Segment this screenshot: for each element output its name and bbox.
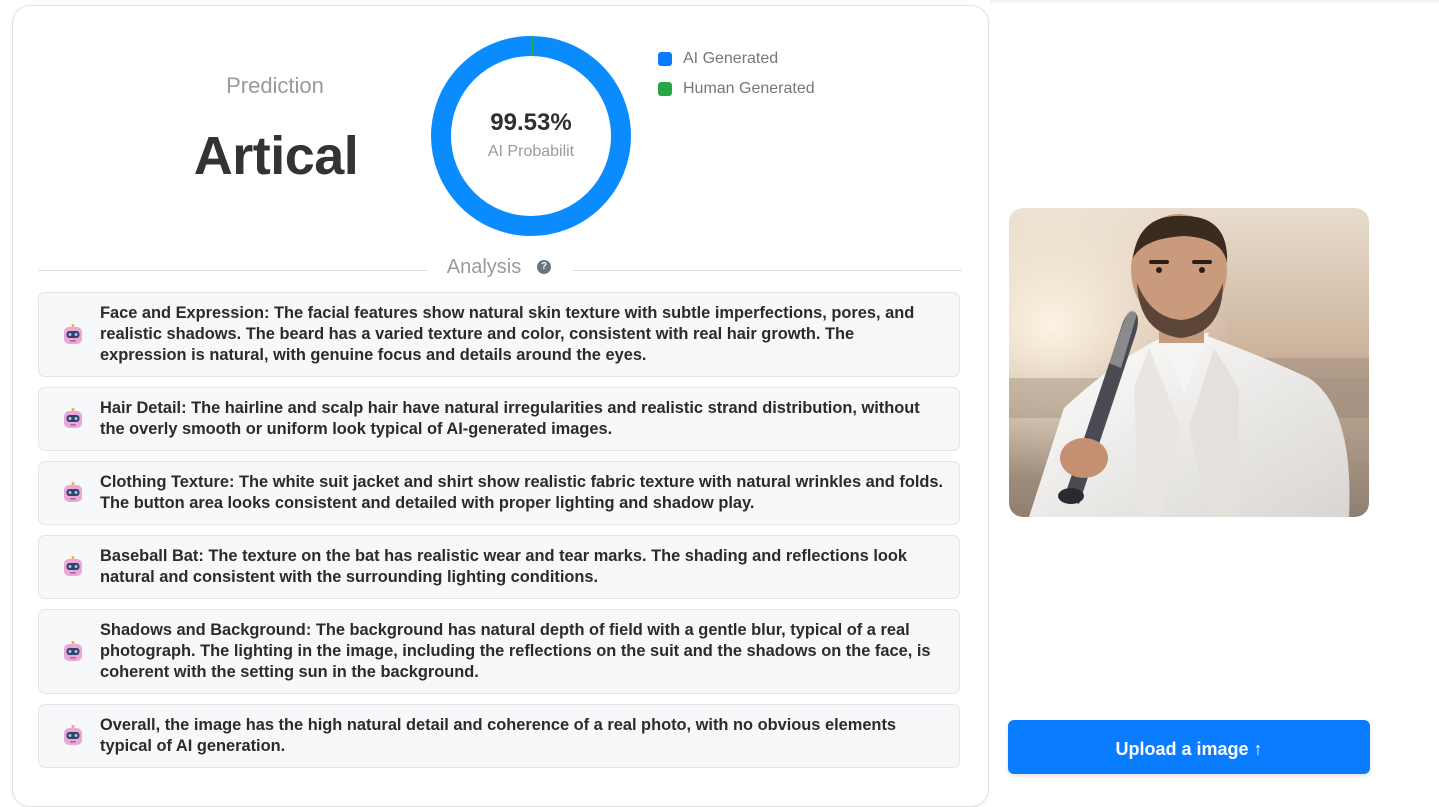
robot-icon — [64, 323, 82, 344]
legend-item-human: Human Generated — [658, 74, 815, 104]
analysis-item-face: Face and Expression: The facial features… — [38, 292, 960, 377]
analysis-item-bat: Baseball Bat: The texture on the bat has… — [38, 535, 960, 599]
legend-swatch-ai — [658, 52, 672, 66]
robot-icon — [64, 556, 82, 576]
question-circle-icon[interactable]: ? — [537, 260, 551, 274]
uploaded-photo — [1009, 208, 1369, 517]
robot-icon — [64, 482, 82, 502]
analysis-item-hair: Hair Detail: The hairline and scalp hair… — [38, 387, 960, 451]
analysis-divider-right — [572, 270, 962, 271]
robot-icon — [64, 408, 82, 428]
analysis-item-clothing: Clothing Texture: The white suit jacket … — [38, 461, 960, 525]
chart-legend: AI Generated Human Generated — [658, 44, 815, 104]
analysis-item-text: Baseball Bat: The texture on the bat has… — [100, 547, 908, 586]
analysis-item-text: Shadows and Background: The background h… — [100, 621, 931, 681]
legend-swatch-human — [658, 82, 672, 96]
analysis-item-text: Overall, the image has the high natural … — [100, 716, 897, 755]
analysis-item-text: Face and Expression: The facial features… — [100, 304, 915, 364]
robot-icon — [64, 725, 82, 745]
upload-image-button[interactable]: Upload a image ↑ — [1008, 720, 1370, 774]
prediction-value: Artical — [193, 126, 359, 186]
analysis-item-overall: Overall, the image has the high natural … — [38, 704, 960, 768]
top-edge-shadow — [990, 0, 1439, 4]
analysis-item-shadows: Shadows and Background: The background h… — [38, 609, 960, 694]
analysis-item-text: Hair Detail: The hairline and scalp hair… — [100, 399, 920, 438]
prediction-label: Prediction — [226, 73, 324, 98]
legend-label-human: Human Generated — [683, 80, 815, 97]
analysis-title: Analysis — [446, 256, 522, 278]
ai-probability-percent: 99.53% — [490, 109, 572, 136]
uploaded-photo-image — [1009, 208, 1369, 517]
ai-probability-subtitle: AI Probabilit — [487, 143, 575, 160]
legend-label-ai: AI Generated — [683, 50, 779, 67]
legend-item-ai: AI Generated — [658, 44, 815, 74]
robot-icon — [64, 640, 82, 661]
analysis-item-text: Clothing Texture: The white suit jacket … — [100, 473, 944, 512]
analysis-divider-left — [38, 270, 428, 271]
